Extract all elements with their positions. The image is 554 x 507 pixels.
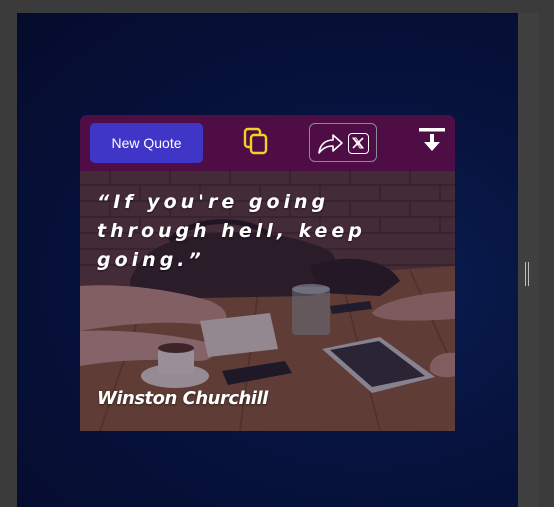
download-icon: [419, 128, 445, 151]
quote-card: New Quote “If you're going through hell,…: [80, 115, 455, 431]
x-logo-icon: [348, 133, 369, 154]
share-arrow-icon: [318, 134, 343, 154]
quote-text: “If you're going through hell, keep goin…: [97, 191, 366, 271]
quote-author: Winston Churchill: [97, 388, 268, 409]
app-frame: New Quote “If you're going through hell,…: [0, 0, 554, 507]
resize-handle[interactable]: [525, 262, 529, 286]
copy-button[interactable]: [242, 126, 272, 158]
new-quote-button[interactable]: New Quote: [90, 123, 203, 163]
side-panel: [518, 13, 538, 507]
download-button[interactable]: [418, 127, 446, 155]
new-quote-label: New Quote: [111, 135, 182, 151]
quote-toolbar: New Quote: [80, 115, 455, 171]
share-on-x-button[interactable]: [309, 123, 377, 162]
copy-icon: [243, 127, 268, 155]
